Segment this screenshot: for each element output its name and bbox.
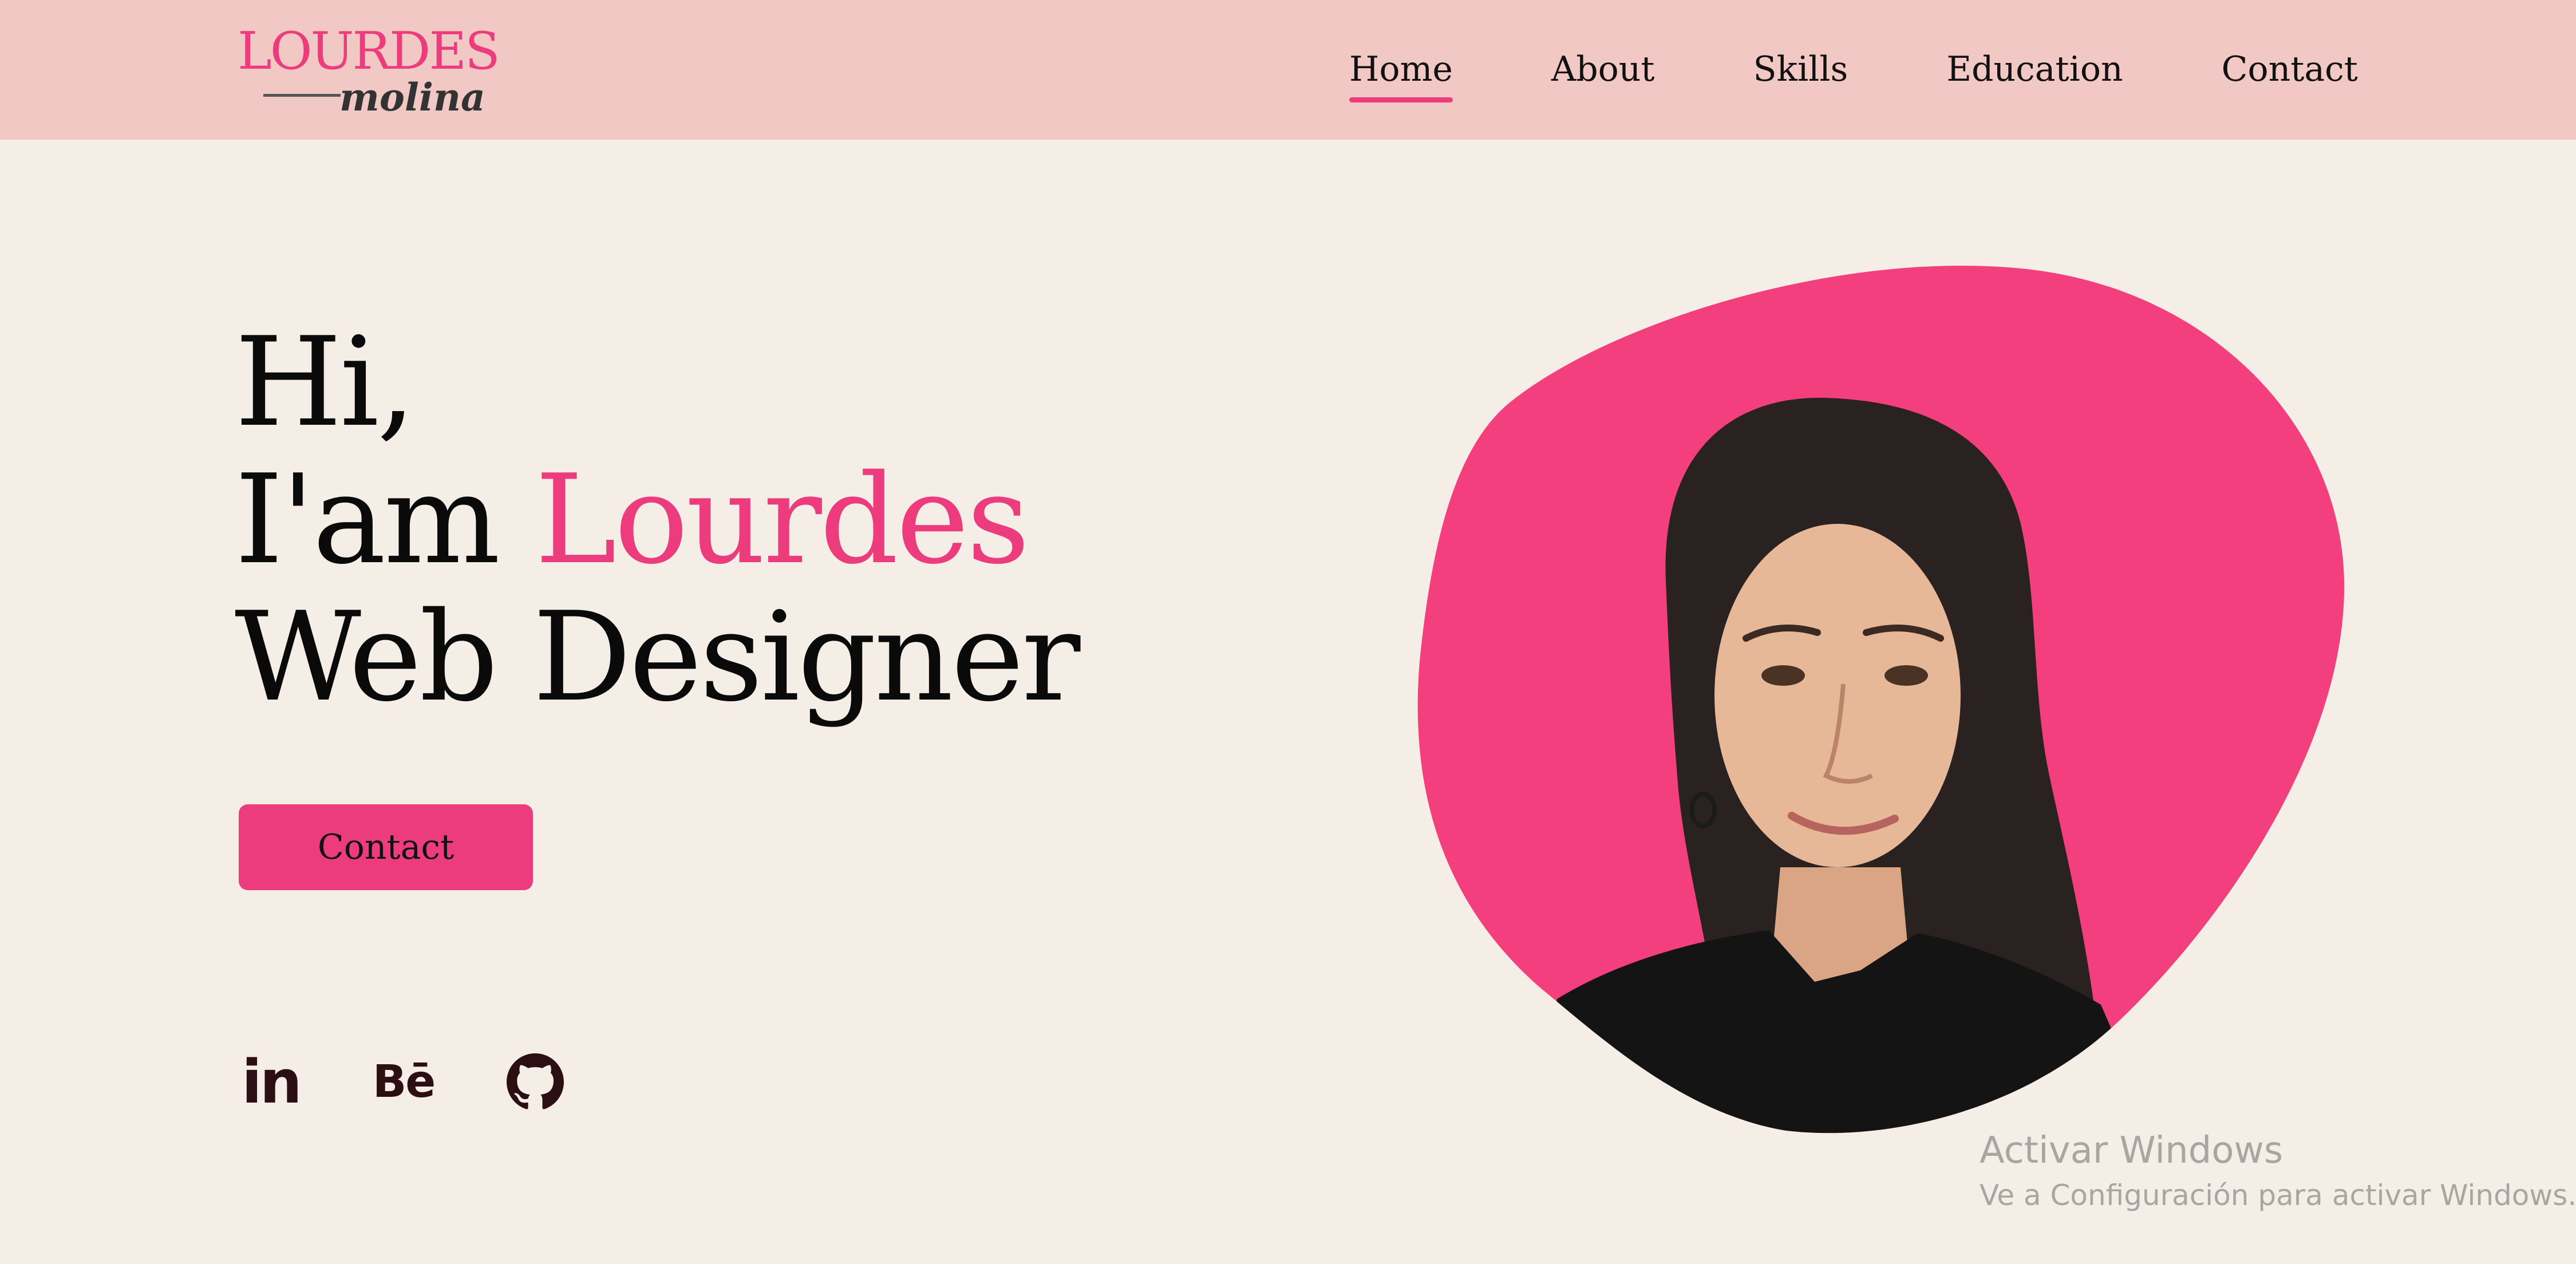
watermark-subtitle: Ve a Configuración para activar Windows. — [1980, 1179, 2576, 1212]
nav-education[interactable]: Education — [1946, 45, 2123, 94]
logo-surname: molina — [339, 75, 485, 120]
github-icon-graphic — [507, 1053, 564, 1109]
site-header: LOURDES molina Home About Skills Educati… — [0, 0, 2576, 140]
logo-name: LOURDES — [238, 21, 500, 81]
windows-activation-watermark: Activar Windows Ve a Configuración para … — [1980, 1128, 2576, 1215]
hero-intro-prefix: I'am — [235, 448, 535, 591]
hero-role: Web Designer — [235, 585, 1080, 729]
behance-icon[interactable]: Bē — [366, 1048, 441, 1116]
nav-home[interactable]: Home — [1349, 45, 1453, 102]
contact-button[interactable]: Contact — [239, 804, 533, 890]
hero-intro: I'am Lourdes — [235, 451, 1322, 588]
logo[interactable]: LOURDES molina — [238, 23, 500, 120]
logo-divider — [263, 94, 341, 97]
hero-name: Lourdes — [535, 448, 1030, 591]
nav-contact[interactable]: Contact — [2222, 45, 2358, 94]
watermark-title: Activar Windows — [1980, 1129, 2283, 1172]
linkedin-icon[interactable]: in — [239, 1047, 302, 1117]
profile-photo — [1417, 266, 2345, 1133]
main-nav: Home About Skills Education Contact — [1349, 45, 2358, 108]
nav-skills[interactable]: Skills — [1753, 45, 1848, 94]
hero-section: Hi, I'am Lourdes Web Designer — [235, 314, 1322, 726]
nav-about[interactable]: About — [1551, 45, 1655, 94]
github-icon[interactable] — [501, 1048, 570, 1116]
hero-greeting: Hi, — [235, 310, 416, 454]
